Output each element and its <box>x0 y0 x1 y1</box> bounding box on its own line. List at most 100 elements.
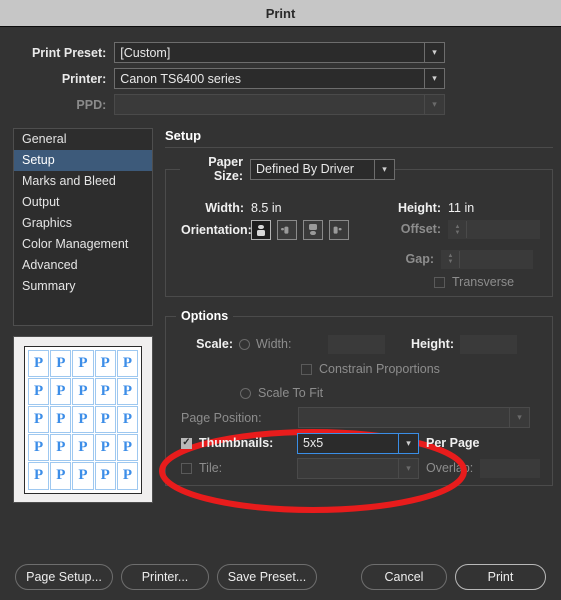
tile-select: ▾ <box>297 458 419 479</box>
offset-input: ▲▼ <box>448 220 540 239</box>
sidebar-item-graphics[interactable]: Graphics <box>14 213 152 234</box>
thumbnails-checkbox[interactable]: ✓ <box>181 438 192 449</box>
printer-button[interactable]: Printer... <box>121 564 209 590</box>
print-button[interactable]: Print <box>455 564 546 590</box>
print-preview-panel: PPPPPPPPPPPPPPPPPPPPPPPPP <box>13 336 153 503</box>
preview-thumbnail-letter: P <box>56 468 65 483</box>
sidebar-item-general[interactable]: General <box>14 129 152 150</box>
setup-pane: Setup Paper Size: Defined By Driver ▾ Wi… <box>165 128 553 486</box>
setup-group-box: Width: 8.5 in Height: 11 in Orientation: <box>165 169 553 297</box>
paper-size-value: Defined By Driver <box>251 162 374 176</box>
orientation-landscape-left-button[interactable] <box>277 220 297 240</box>
chevron-down-icon: ▾ <box>424 43 444 62</box>
preview-thumbnail-letter: P <box>56 412 65 427</box>
scale-width-input <box>328 335 385 354</box>
overlap-value <box>481 460 485 474</box>
heading-divider <box>165 147 553 148</box>
preview-thumbnail: P <box>95 406 116 433</box>
preview-thumbnail-letter: P <box>123 412 132 427</box>
constrain-proportions-checkbox <box>301 364 312 375</box>
height-value: 11 in <box>448 201 474 215</box>
sidebar-item-marks-and-bleed[interactable]: Marks and Bleed <box>14 171 152 192</box>
preview-thumbnail-letter: P <box>56 356 65 371</box>
thumbnails-select[interactable]: 5x5 ▾ <box>297 433 419 454</box>
paper-size-label: Paper Size: <box>180 155 250 183</box>
thumbnails-value: 5x5 <box>298 436 398 450</box>
preview-thumbnail: P <box>50 406 71 433</box>
ppd-select: ▾ <box>114 94 445 115</box>
scale-height-label: Height: <box>391 337 454 351</box>
scale-to-fit-radio[interactable] <box>240 388 251 399</box>
printer-label: Printer: <box>0 72 114 86</box>
preview-thumbnail: P <box>28 434 49 461</box>
dialog-button-bar: Page Setup... Printer... Save Preset... … <box>0 560 561 594</box>
tile-label: Tile: <box>199 461 290 475</box>
window-titlebar: Print <box>0 0 561 27</box>
paper-size-select[interactable]: Defined By Driver ▾ <box>250 159 395 180</box>
per-page-label: Per Page <box>426 436 480 450</box>
tile-row: Tile: ▾ Overlap: <box>181 456 552 480</box>
gap-label: Gap: <box>379 252 441 266</box>
preview-thumbnail: P <box>28 462 49 489</box>
scale-to-fit-label: Scale To Fit <box>258 386 323 400</box>
settings-category-list[interactable]: General Setup Marks and Bleed Output Gra… <box>13 128 153 326</box>
width-value: 8.5 in <box>251 201 386 215</box>
constrain-proportions-label: Constrain Proportions <box>319 362 440 376</box>
preview-thumbnail: P <box>117 350 138 377</box>
preview-thumbnail: P <box>95 434 116 461</box>
section-heading-options: Options <box>176 309 233 323</box>
scale-width-label: Width: <box>256 337 322 351</box>
print-preset-select[interactable]: [Custom] ▾ <box>114 42 445 63</box>
printer-select[interactable]: Canon TS6400 series ▾ <box>114 68 445 89</box>
sidebar-item-output[interactable]: Output <box>14 192 152 213</box>
printer-row: Printer: Canon TS6400 series ▾ <box>0 68 445 89</box>
orientation-portrait-button[interactable] <box>251 220 271 240</box>
gap-input: ▲▼ <box>441 250 533 269</box>
preview-thumbnail: P <box>72 406 93 433</box>
page-position-label: Page Position: <box>181 411 292 425</box>
preview-thumbnail: P <box>72 434 93 461</box>
overlap-input <box>480 459 540 478</box>
orientation-button-group[interactable] <box>251 220 386 240</box>
orientation-landscape-right-button[interactable] <box>329 220 349 240</box>
preview-thumbnail-letter: P <box>78 384 87 399</box>
chevron-down-icon: ▾ <box>374 160 394 179</box>
orientation-portrait-flipped-button[interactable] <box>303 220 323 240</box>
preview-thumbnail-letter: P <box>123 468 132 483</box>
overlap-label: Overlap: <box>426 461 473 475</box>
orientation-label: Orientation: <box>181 220 251 240</box>
preview-thumbnail: P <box>28 406 49 433</box>
preview-page: PPPPPPPPPPPPPPPPPPPPPPPPP <box>24 346 142 494</box>
preview-thumbnail-letter: P <box>78 356 87 371</box>
preview-thumbnail-letter: P <box>101 356 110 371</box>
preview-thumbnail-letter: P <box>56 384 65 399</box>
scale-label: Scale: <box>181 337 233 351</box>
preview-thumbnail: P <box>28 350 49 377</box>
dimensions-row: Width: 8.5 in Height: 11 in <box>181 196 552 220</box>
preview-thumbnail: P <box>50 378 71 405</box>
preview-thumbnail-letter: P <box>34 412 43 427</box>
sidebar-item-color-management[interactable]: Color Management <box>14 234 152 255</box>
sidebar-item-setup[interactable]: Setup <box>14 150 152 171</box>
portrait-icon <box>255 223 267 237</box>
preview-thumbnail: P <box>28 378 49 405</box>
preview-thumbnail: P <box>95 462 116 489</box>
thumbnails-row: ✓ Thumbnails: 5x5 ▾ Per Page <box>181 430 552 456</box>
save-preset-button[interactable]: Save Preset... <box>217 564 317 590</box>
preview-thumbnail-letter: P <box>34 384 43 399</box>
sidebar-item-summary[interactable]: Summary <box>14 276 152 297</box>
preview-thumbnail: P <box>50 434 71 461</box>
preview-thumbnail-letter: P <box>34 468 43 483</box>
preview-thumbnail-letter: P <box>78 468 87 483</box>
landscape-right-icon <box>332 225 346 236</box>
cancel-button[interactable]: Cancel <box>361 564 447 590</box>
thumbnails-label: Thumbnails: <box>199 436 290 450</box>
scale-radio[interactable] <box>239 339 250 350</box>
page-setup-button[interactable]: Page Setup... <box>15 564 113 590</box>
preview-thumbnail-letter: P <box>34 440 43 455</box>
preview-thumbnail-letter: P <box>78 412 87 427</box>
preview-thumbnail-letter: P <box>56 440 65 455</box>
sidebar-item-advanced[interactable]: Advanced <box>14 255 152 276</box>
scale-to-fit-row: Scale To Fit <box>181 381 552 405</box>
preview-thumbnail: P <box>117 406 138 433</box>
